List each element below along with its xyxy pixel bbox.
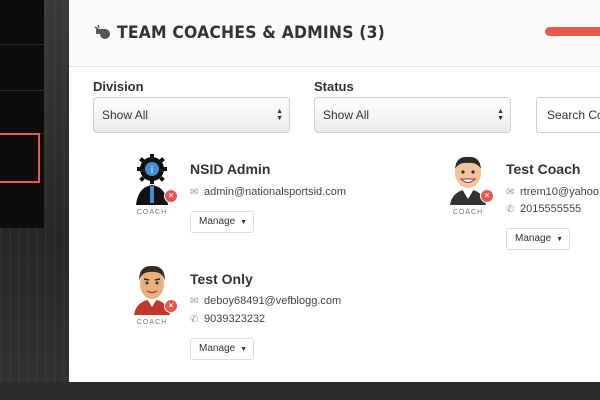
status-select-value: Show All (323, 108, 370, 122)
add-coach-button[interactable] (545, 27, 600, 36)
sidebar-item-active[interactable] (0, 133, 40, 183)
bottom-bar (0, 382, 600, 400)
manage-button[interactable]: Manage ▼ (506, 228, 570, 250)
manage-label: Manage (199, 343, 236, 354)
coach-role: COACH (136, 319, 168, 326)
select-arrows-icon: ▲ ▼ (497, 108, 504, 122)
remove-coach-icon[interactable]: × (164, 189, 178, 203)
svg-text:i: i (151, 165, 154, 176)
phone-icon: ✆ (506, 204, 515, 215)
sidebar-item[interactable] (0, 90, 44, 134)
status-label: Status (314, 79, 354, 94)
division-select-value: Show All (102, 108, 149, 122)
coach-name[interactable]: NSID Admin (190, 161, 270, 177)
whistle-icon (94, 24, 110, 39)
coach-name[interactable]: Test Coach (506, 161, 580, 177)
coach-role: COACH (136, 209, 168, 216)
phone-icon: ✆ (190, 314, 199, 325)
search-field[interactable] (536, 97, 600, 133)
caret-down-icon: ▼ (240, 346, 248, 353)
manage-button[interactable]: Manage ▼ (190, 338, 254, 360)
division-label: Division (93, 79, 144, 94)
team-coaches-panel: TEAM COACHES & ADMINS (3) Division Show … (69, 0, 600, 382)
envelope-icon: ✉ (190, 296, 199, 307)
coach-name[interactable]: Test Only (190, 271, 253, 287)
manage-button[interactable]: Manage ▼ (190, 211, 254, 233)
coach-phone: 2015555555 (520, 203, 582, 215)
panel-title: TEAM COACHES & ADMINS (3) (117, 23, 386, 43)
manage-label: Manage (199, 216, 236, 227)
search-input[interactable] (547, 108, 600, 122)
envelope-icon: ✉ (506, 187, 515, 198)
sidebar (0, 0, 44, 228)
coach-email[interactable]: admin@nationalsportsid.com (204, 186, 346, 198)
division-select[interactable]: Show All ▲ ▼ (93, 97, 290, 133)
coach-email[interactable]: deboy68491@vefblogg.com (204, 295, 341, 307)
coach-phone-line: ✆ 2015555555 (506, 203, 581, 215)
sidebar-item[interactable] (0, 0, 44, 45)
coach-phone-line: ✆ 9039323232 (190, 313, 265, 325)
coach-role: COACH (452, 209, 484, 216)
coach-email-line: ✉ deboy68491@vefblogg.com (190, 295, 341, 307)
coach-email-line: ✉ admin@nationalsportsid.com (190, 186, 346, 198)
envelope-icon: ✉ (190, 187, 199, 198)
caret-down-icon: ▼ (556, 236, 564, 243)
coach-phone: 9039323232 (204, 313, 266, 325)
select-arrows-icon: ▲ ▼ (276, 108, 283, 122)
remove-coach-icon[interactable]: × (164, 299, 178, 313)
coach-email[interactable]: rtrem10@yahoo (520, 186, 599, 198)
remove-coach-icon[interactable]: × (480, 189, 494, 203)
caret-down-icon: ▼ (240, 219, 248, 226)
manage-label: Manage (515, 233, 552, 244)
sidebar-item[interactable] (0, 44, 44, 91)
status-select[interactable]: Show All ▲ ▼ (314, 97, 511, 133)
coach-email-line: ✉ rtrem10@yahoo (506, 186, 599, 198)
panel-header: TEAM COACHES & ADMINS (3) (69, 0, 600, 67)
